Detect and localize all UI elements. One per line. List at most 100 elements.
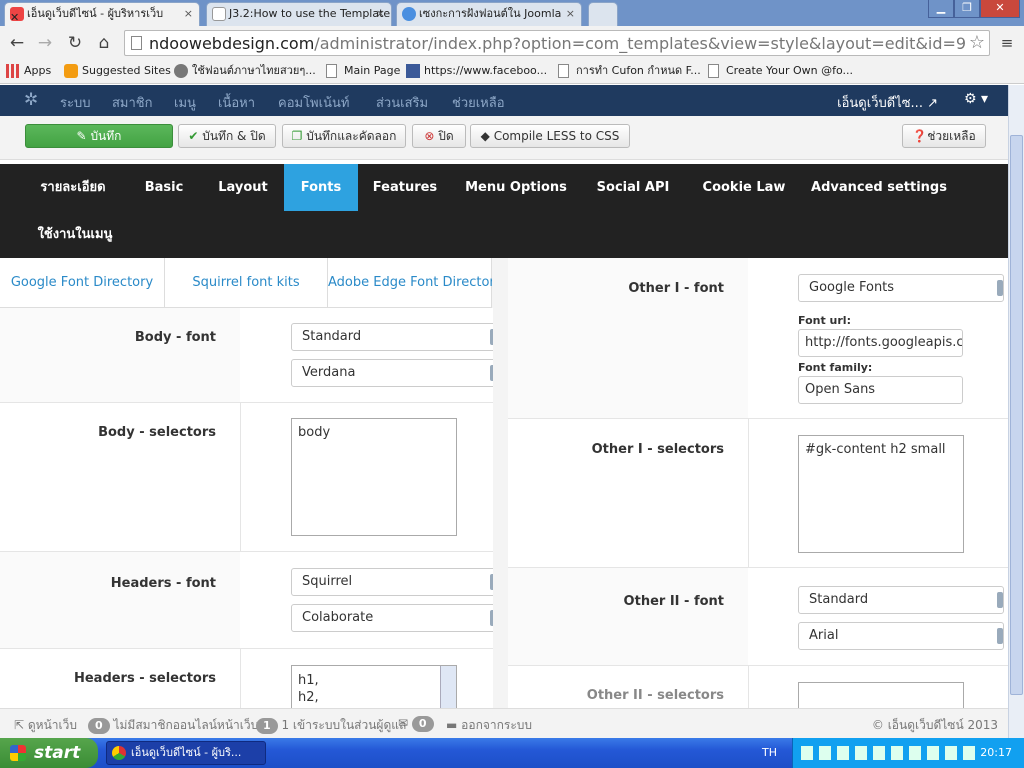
font-family-input[interactable]: Open Sans xyxy=(798,376,963,404)
bookmark-cufon[interactable]: การทำ Cufon กำหนด F... xyxy=(558,63,701,79)
site-name-link[interactable]: เอ็นดูเว็บดีไซ... ↗ xyxy=(837,92,938,113)
other2-font-type-select[interactable]: Standard xyxy=(798,586,1004,614)
forward-icon[interactable]: → xyxy=(34,32,56,54)
other2-font-select[interactable]: Arial xyxy=(798,622,1004,650)
other2-selectors-textarea[interactable] xyxy=(798,682,964,708)
save-copy-button[interactable]: ❐ บันทึกและคัดลอก xyxy=(282,124,406,148)
tab-cookie-law[interactable]: Cookie Law xyxy=(692,164,796,211)
close-circle-icon: ⊗ xyxy=(424,129,435,143)
select-value: Standard xyxy=(302,329,362,344)
textarea-scrollbar[interactable] xyxy=(440,666,456,708)
tab-layout[interactable]: Layout xyxy=(206,164,280,211)
url-host: ndoowebdesign.com xyxy=(149,34,315,53)
bookmark-label: https://www.faceboo... xyxy=(424,64,548,77)
headers-font-select[interactable]: Colaborate xyxy=(291,604,493,632)
gear-icon[interactable]: ⚙ ▾ xyxy=(964,91,988,107)
tab-adobe-edge-font-directory[interactable]: Adobe Edge Font Directory xyxy=(328,258,502,308)
menu-content[interactable]: เนื้อหา xyxy=(218,92,255,113)
view-site-link[interactable]: ⇱ ดูหน้าเว็บ xyxy=(14,716,77,735)
logout-link[interactable]: ▬ ออกจากระบบ xyxy=(446,716,532,735)
tab-menu-assignment[interactable]: ใช้งานในเมนู xyxy=(22,211,128,258)
tab-close-icon[interactable]: × xyxy=(376,3,385,25)
menu-menus[interactable]: เมนู xyxy=(174,92,196,113)
tab-close-icon[interactable]: × xyxy=(566,3,575,25)
save-close-button[interactable]: ✔ บันทึก & ปิด xyxy=(178,124,276,148)
body-font-row: Body - font Standard Verdana xyxy=(0,308,493,403)
browser-tab-active[interactable]: ✕ เอ็นดูเว็บดีไซน์ - ผู้บริหารเว็บ × xyxy=(4,2,200,26)
font-url-input[interactable]: http://fonts.googleapis.com xyxy=(798,329,963,357)
headers-font-type-select[interactable]: Squirrel xyxy=(291,568,493,596)
bookmark-fontface[interactable]: Create Your Own @fo... xyxy=(708,63,853,79)
help-label: ช่วยเหลือ xyxy=(927,129,976,143)
compile-less-button[interactable]: ◆ Compile LESS to CSS xyxy=(470,124,630,148)
star-icon[interactable]: ☆ xyxy=(969,32,985,53)
bookmark-main-page[interactable]: Main Page xyxy=(326,63,400,79)
select-value: Colaborate xyxy=(302,610,374,625)
address-bar[interactable]: ndoowebdesign.com/administrator/index.ph… xyxy=(124,30,990,56)
visitors-count-badge: 0 xyxy=(88,718,110,734)
body-font-select[interactable]: Verdana xyxy=(291,359,493,387)
view-site-label: ดูหน้าเว็บ xyxy=(27,718,77,732)
save-button[interactable]: ✎ บันทึก xyxy=(25,124,173,148)
new-tab-button[interactable] xyxy=(588,2,618,26)
scrollbar-thumb[interactable] xyxy=(1010,135,1023,695)
tab-basic[interactable]: Basic xyxy=(130,164,198,211)
fonts-left-panel: Body - font Standard Verdana Body - sele… xyxy=(0,258,493,708)
bookmark-facebook[interactable]: https://www.faceboo... xyxy=(406,63,547,79)
save-label: บันทึก xyxy=(90,129,122,143)
menu-system[interactable]: ระบบ xyxy=(60,92,90,113)
tab-close-icon[interactable]: × xyxy=(184,3,193,25)
fonts-right-panel: Other I - font Google Fonts Font url: ht… xyxy=(508,258,1008,708)
body-selectors-textarea[interactable]: body xyxy=(291,418,457,536)
menu-users[interactable]: สมาชิก xyxy=(112,92,153,113)
tab-squirrel-font-kits[interactable]: Squirrel font kits xyxy=(165,258,328,308)
other1-font-type-select[interactable]: Google Fonts xyxy=(798,274,1004,302)
tab-menu-options[interactable]: Menu Options xyxy=(456,164,576,211)
headers-selectors-label: Headers - selectors xyxy=(73,671,216,686)
start-button[interactable]: start xyxy=(0,738,98,768)
page-scrollbar[interactable] xyxy=(1008,85,1024,738)
other1-font-row: Other I - font Google Fonts Font url: ht… xyxy=(508,258,1008,419)
joomla-logo-icon[interactable]: ✲ xyxy=(24,90,38,110)
language-indicator[interactable]: TH xyxy=(762,746,777,759)
bookmark-thai-font[interactable]: ใช้ฟอนต์ภาษาไทยสวยๆ... xyxy=(174,63,316,79)
reload-icon[interactable]: ↻ xyxy=(64,32,86,54)
home-icon[interactable]: ⌂ xyxy=(93,32,115,54)
browser-tab[interactable]: J3.2:How to use the Template × xyxy=(206,2,392,26)
other1-selectors-textarea[interactable]: #gk-content h2 small xyxy=(798,435,964,553)
minimize-icon[interactable]: ▁ xyxy=(928,0,954,18)
browser-tab[interactable]: เซงกะการฝังฟอนต์ใน Joomla × xyxy=(396,2,582,26)
page-icon xyxy=(326,64,337,78)
help-button[interactable]: ❓ช่วยเหลือ xyxy=(902,124,986,148)
bookmark-apps[interactable]: Apps xyxy=(6,63,51,79)
facebook-icon xyxy=(406,64,420,78)
menu-components[interactable]: คอมโพเน้นท์ xyxy=(278,92,349,113)
tab-advanced-settings[interactable]: Advanced settings xyxy=(808,164,950,211)
admins-count-badge: 1 xyxy=(256,718,278,734)
close-window-icon[interactable]: ✕ xyxy=(980,0,1020,18)
close-button[interactable]: ⊗ ปิด xyxy=(412,124,466,148)
tab-details[interactable]: รายละเอียด xyxy=(22,164,124,211)
tray-icons[interactable] xyxy=(801,746,981,760)
menu-icon[interactable]: ≡ xyxy=(996,32,1018,54)
page-icon xyxy=(558,64,569,78)
windows-logo-icon xyxy=(10,745,26,761)
tab-social-api[interactable]: Social API xyxy=(586,164,680,211)
restore-icon[interactable]: ❐ xyxy=(954,0,980,18)
bookmark-suggested[interactable]: Suggested Sites xyxy=(64,63,171,79)
back-icon[interactable]: ← xyxy=(6,32,28,54)
tab-features[interactable]: Features xyxy=(362,164,448,211)
menu-help[interactable]: ช่วยเหลือ xyxy=(452,92,505,113)
chrome-icon xyxy=(112,746,126,760)
messages-status[interactable]: ✉ 0 xyxy=(398,716,434,732)
body-font-label: Body - font xyxy=(134,330,216,345)
joomla-favicon-icon: ✕ xyxy=(10,7,24,24)
admins-status: 1 1 เข้าระบบในส่วนผู้ดูแล xyxy=(256,716,406,735)
tab-fonts[interactable]: Fonts xyxy=(284,164,358,211)
body-font-type-select[interactable]: Standard xyxy=(291,323,493,351)
taskbar-chrome-window[interactable]: เอ็นดูเว็บดีไซน์ - ผู้บริ... xyxy=(106,741,266,765)
visitors-text: ไม่มีสมาชิกออนไลน์หน้าเว็บ xyxy=(113,718,259,732)
menu-extensions[interactable]: ส่วนเสริม xyxy=(376,92,428,113)
tab-google-font-directory[interactable]: Google Font Directory xyxy=(0,258,165,308)
headers-selectors-textarea[interactable]: h1, h2, xyxy=(291,665,457,708)
